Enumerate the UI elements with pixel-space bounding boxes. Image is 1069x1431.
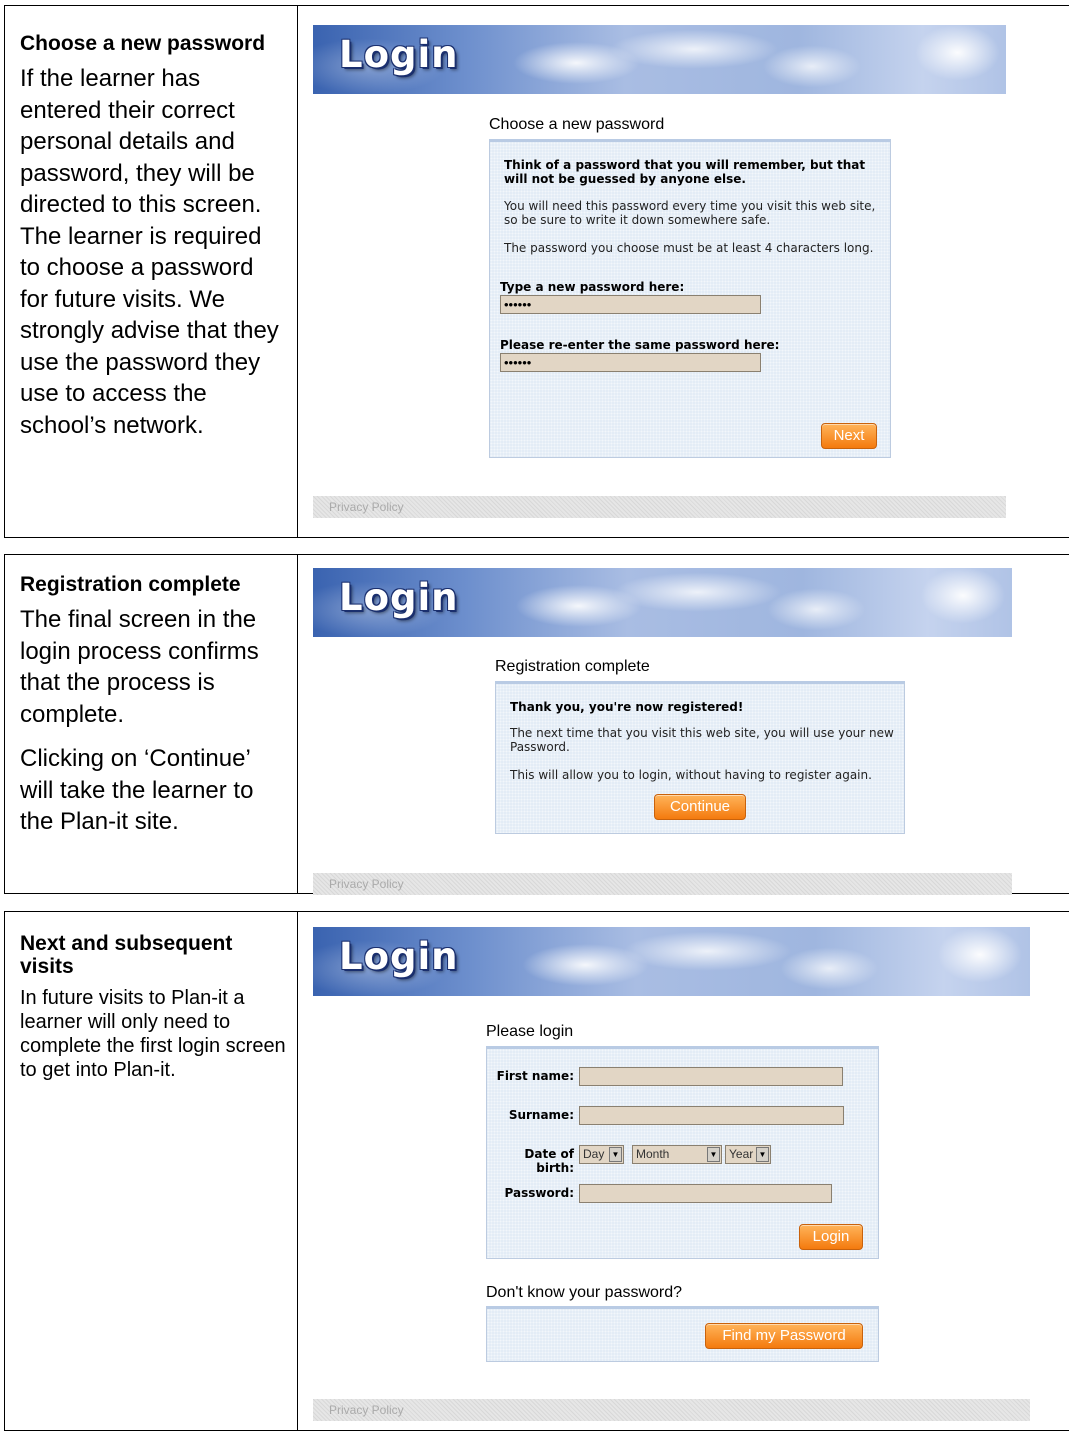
panel-text-1: You will need this password every time y…	[504, 199, 876, 227]
login-banner: Login	[313, 568, 1012, 637]
panel-heading: Thank you, you're now registered!	[510, 700, 744, 714]
banner-title: Login	[339, 33, 459, 76]
panel-text-2: This will allow you to login, without ha…	[510, 768, 872, 782]
date-of-birth-label: Date of birth:	[524, 1147, 574, 1175]
new-password-field[interactable]: ••••••	[500, 295, 761, 314]
new-password-label: Type a new password here:	[500, 280, 685, 294]
continue-button[interactable]: Continue	[654, 794, 746, 820]
password-panel: Think of a password that you will rememb…	[489, 139, 891, 458]
privacy-policy-link[interactable]: Privacy Policy	[313, 1399, 1030, 1421]
description-cell: Choose a new password If the learner has…	[5, 6, 298, 537]
section-paragraph: If the learner has entered their correct…	[20, 65, 279, 439]
description-cell: Next and subsequent visits In future vis…	[5, 912, 298, 1430]
banner-title: Login	[339, 935, 459, 978]
day-select[interactable]: Day ▼	[579, 1145, 624, 1164]
password-field[interactable]	[579, 1184, 832, 1203]
section-paragraph: Clicking on ‘Continue’ will take the lea…	[20, 745, 254, 835]
screenshot-please-login: Login Please login First name: Surname: …	[298, 912, 1069, 1430]
banner-title: Login	[339, 576, 459, 619]
section-heading: Choose a new password	[20, 32, 266, 55]
panel-text-1: The next time that you visit this web si…	[510, 726, 894, 754]
year-select-value: Year	[729, 1147, 754, 1161]
day-select-value: Day	[583, 1147, 605, 1161]
page-title: Registration complete	[495, 658, 650, 675]
year-select[interactable]: Year ▼	[725, 1145, 771, 1164]
surname-field[interactable]	[579, 1106, 844, 1125]
password-label: Password:	[504, 1186, 575, 1200]
chevron-down-icon: ▼	[756, 1147, 769, 1162]
section-heading: Next and subsequent visits	[20, 932, 233, 978]
privacy-policy-link[interactable]: Privacy Policy	[313, 496, 1006, 518]
section-choose-password: Choose a new password If the learner has…	[4, 5, 1069, 538]
confirmation-panel: Thank you, you're now registered! The ne…	[495, 681, 905, 834]
section-paragraph: The final screen in the login process co…	[20, 606, 259, 728]
panel-text-2: The password you choose must be at least…	[504, 241, 874, 255]
screenshot-registration-complete: Login Registration complete Thank you, y…	[298, 555, 1069, 895]
chevron-down-icon: ▼	[609, 1147, 622, 1162]
login-panel: First name: Surname: Date of birth: Day …	[486, 1046, 879, 1259]
section-subsequent-visits: Next and subsequent visits In future vis…	[4, 911, 1069, 1431]
section-heading: Registration complete	[20, 573, 241, 596]
login-banner: Login	[313, 927, 1030, 996]
reenter-password-label: Please re-enter the same password here:	[500, 338, 780, 352]
month-select[interactable]: Month ▼	[632, 1145, 722, 1164]
page-title: Choose a new password	[489, 116, 665, 133]
login-button[interactable]: Login	[799, 1224, 863, 1250]
reenter-password-field[interactable]: ••••••	[500, 353, 761, 372]
panel-heading: Think of a password that you will rememb…	[504, 158, 866, 186]
section-registration-complete: Registration complete The final screen i…	[4, 554, 1069, 895]
first-name-field[interactable]	[579, 1067, 843, 1086]
description-cell: Registration complete The final screen i…	[5, 555, 298, 893]
page-title: Please login	[486, 1023, 574, 1040]
screenshot-choose-password: Login Choose a new password Think of a p…	[298, 6, 1069, 537]
login-banner: Login	[313, 25, 1006, 94]
forgot-password-panel: Find my Password	[486, 1306, 879, 1362]
next-button[interactable]: Next	[821, 423, 877, 449]
find-password-button[interactable]: Find my Password	[705, 1323, 863, 1349]
forgot-password-title: Don't know your password?	[486, 1284, 683, 1301]
privacy-policy-link[interactable]: Privacy Policy	[313, 873, 1012, 895]
month-select-value: Month	[636, 1147, 670, 1161]
surname-label: Surname:	[508, 1108, 574, 1122]
first-name-label: First name:	[496, 1069, 574, 1083]
chevron-down-icon: ▼	[707, 1147, 720, 1162]
section-paragraph: In future visits to Plan-it a learner wi…	[20, 987, 286, 1081]
